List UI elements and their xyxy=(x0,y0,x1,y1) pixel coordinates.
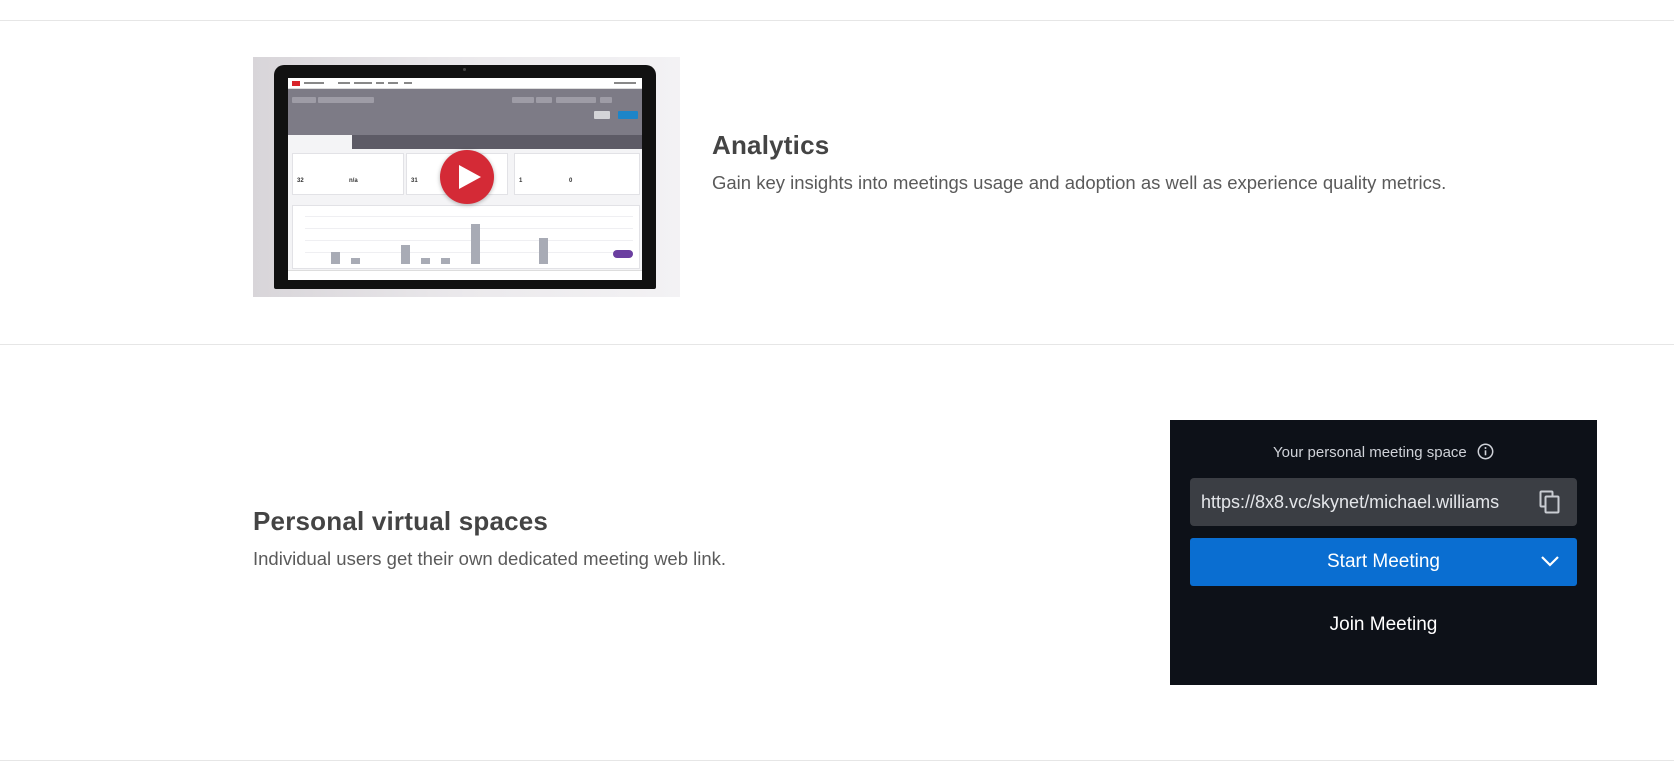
dashboard-filter-input xyxy=(556,97,596,103)
analytics-video-thumbnail[interactable]: 32 n/a 31 1 0 xyxy=(253,57,680,297)
dashboard-filter-input xyxy=(318,97,374,103)
play-button[interactable] xyxy=(440,150,494,204)
dashboard-card-value: 31 xyxy=(411,178,418,184)
dashboard-card: 32 n/a xyxy=(292,153,404,195)
chart-bar xyxy=(471,224,480,264)
dashboard-menu-item xyxy=(388,82,398,84)
personal-meeting-label: Your personal meeting space xyxy=(1273,444,1467,461)
bottom-divider xyxy=(0,760,1674,761)
dashboard-tab-active xyxy=(288,135,352,149)
dashboard-menu-item xyxy=(376,82,384,84)
chart-bar xyxy=(401,245,410,264)
chevron-down-icon[interactable] xyxy=(1540,554,1560,573)
dashboard-card: 1 0 xyxy=(514,153,640,195)
dashboard-footer xyxy=(288,270,642,280)
meeting-url-text: https://8x8.vc/skynet/michael.williams xyxy=(1201,492,1500,512)
start-meeting-button[interactable]: Start Meeting xyxy=(1190,538,1577,586)
dashboard-filter-input xyxy=(292,97,316,103)
dashboard-help-button xyxy=(613,250,633,258)
start-meeting-label: Start Meeting xyxy=(1327,551,1440,572)
personal-spaces-title: Personal virtual spaces xyxy=(253,506,549,536)
play-icon xyxy=(459,165,481,189)
analytics-description: Gain key insights into meetings usage an… xyxy=(712,172,1447,193)
chart-bar xyxy=(539,238,548,264)
laptop-camera xyxy=(463,68,466,71)
analytics-title: Analytics xyxy=(712,130,830,160)
join-meeting-button[interactable]: Join Meeting xyxy=(1190,600,1577,648)
chart-gridline xyxy=(305,252,633,253)
chart-bar xyxy=(331,252,340,264)
dashboard-card-value: 0 xyxy=(569,178,573,184)
dashboard-card-value: 1 xyxy=(519,178,523,184)
dashboard-clear-button xyxy=(594,111,610,119)
dashboard-menu-item xyxy=(304,82,324,84)
personal-meeting-label-row: Your personal meeting space xyxy=(1170,443,1597,464)
dashboard-filter-input xyxy=(536,97,552,103)
personal-meeting-widget: Your personal meeting space https://8x8.… xyxy=(1170,420,1597,685)
dashboard-menu-item xyxy=(614,82,636,84)
chart-gridline xyxy=(305,216,633,217)
join-meeting-label: Join Meeting xyxy=(1329,614,1438,635)
dashboard-menu-item xyxy=(338,82,350,84)
dashboard-filter-input xyxy=(600,97,612,103)
chart-gridline xyxy=(305,228,633,229)
personal-spaces-description: Individual users get their own dedicated… xyxy=(253,548,727,569)
dashboard-filter-bar xyxy=(288,89,642,135)
dashboard-card-value: n/a xyxy=(349,178,358,184)
copy-icon[interactable] xyxy=(1539,490,1561,519)
chart-gridline xyxy=(305,240,633,241)
chart-bar xyxy=(421,258,430,264)
top-divider xyxy=(0,20,1674,21)
chart-bar xyxy=(351,258,360,264)
dashboard-topbar xyxy=(288,78,642,89)
dashboard-tabs xyxy=(288,135,642,149)
dashboard-apply-button xyxy=(618,111,638,119)
info-icon[interactable] xyxy=(1477,443,1494,464)
meeting-url-field[interactable]: https://8x8.vc/skynet/michael.williams xyxy=(1190,478,1577,526)
dashboard-card-value: 32 xyxy=(297,178,304,184)
dashboard-filter-input xyxy=(512,97,534,103)
dashboard-menu-item xyxy=(354,82,372,84)
chart-bar xyxy=(441,258,450,264)
dashboard-logo xyxy=(292,81,300,86)
dashboard-bar-chart xyxy=(292,205,640,269)
dashboard-menu-item xyxy=(404,82,412,84)
section-divider xyxy=(0,344,1674,345)
